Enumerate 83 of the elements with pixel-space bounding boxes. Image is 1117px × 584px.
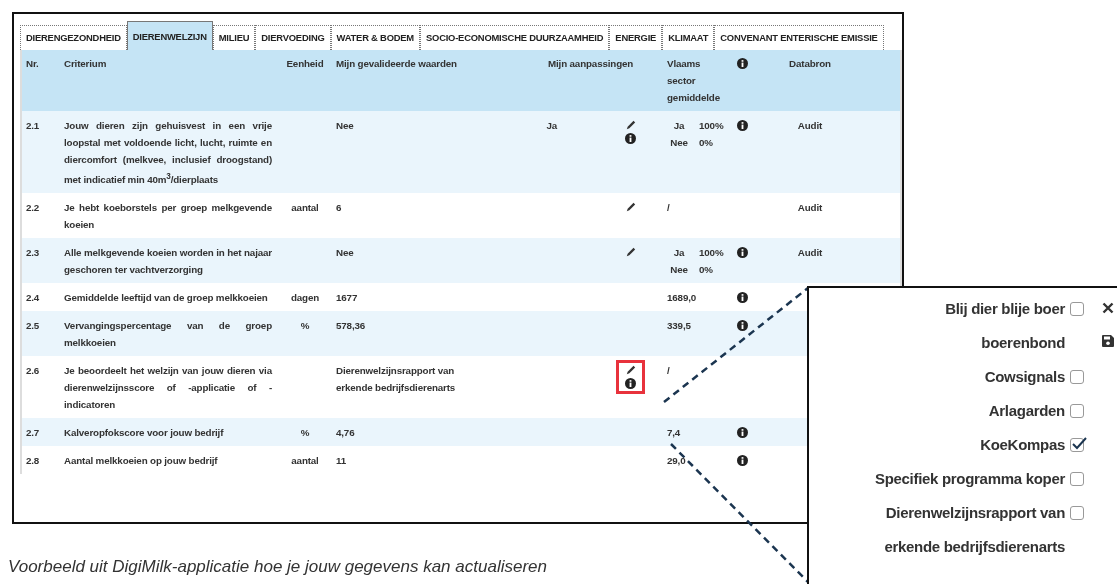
- row-number: 2.2: [26, 202, 40, 214]
- checkbox[interactable]: [1070, 404, 1084, 418]
- column-header: Databron: [789, 58, 831, 69]
- sector-value: 1689,0: [667, 291, 697, 306]
- info-icon[interactable]: [625, 133, 636, 144]
- validated-value: 6: [336, 201, 343, 216]
- criterion-text: Jouw dieren zijn gehuisvest in een vrije loopstal met voldoende licht, lucht, ruimte en diercomfort (melkvee, inclusief droogstand) met indicatief min 40m$^{3}$/dierplaats: [64, 119, 272, 188]
- row-number: 2.4: [26, 292, 40, 304]
- column-header: Mijn aanpassingen: [548, 58, 634, 69]
- sector-value: /: [667, 364, 670, 379]
- row-number: 2.3: [26, 247, 40, 259]
- sector-value: /: [667, 201, 670, 216]
- sector-value: Ja: [672, 246, 686, 261]
- criterion-text: Je hebt koeborstels per groep melkgevende koeien: [64, 201, 272, 233]
- row-number: 2.1: [26, 120, 40, 131]
- checkbox[interactable]: [1070, 302, 1084, 316]
- unit-cell: aantal: [291, 455, 319, 467]
- criterion-text: Aantal melkkoeien op jouw bedrijf: [64, 454, 219, 469]
- info-icon[interactable]: [625, 378, 636, 390]
- sector-value: 339,5: [667, 319, 691, 334]
- row-number: 2.7: [26, 427, 40, 439]
- column-header: Nr.: [26, 58, 39, 69]
- sector-value: 29,0: [667, 454, 686, 469]
- data-source: Audit: [797, 247, 823, 259]
- column-header: Mijn gevalideerde waarden: [336, 58, 457, 69]
- pencil-icon[interactable]: [626, 247, 636, 258]
- unit-cell: aantal: [291, 202, 319, 214]
- adjusted-value: Ja: [546, 120, 557, 131]
- row-number: 2.5: [26, 320, 40, 332]
- validated-value: 578,36: [336, 319, 367, 334]
- validated-value: 1677: [336, 291, 359, 306]
- info-icon[interactable]: [737, 120, 748, 131]
- save-icon[interactable]: [1102, 335, 1114, 347]
- row-number: 2.6: [26, 365, 40, 377]
- caption: Voorbeeld uit DigiMilk-applicatie hoe je jouw gegevens kan actualiseren: [8, 557, 547, 577]
- column-header: Vlaams sector gemiddelde: [667, 57, 721, 105]
- sector-share: 0%: [699, 263, 713, 278]
- validated-value: Nee: [336, 119, 355, 133]
- sector-share: 0%: [699, 136, 713, 150]
- sector-share: 100%: [699, 119, 724, 133]
- info-icon[interactable]: [737, 292, 748, 304]
- unit-cell: %: [300, 320, 310, 332]
- column-header: Eenheid: [286, 58, 324, 69]
- sector-share: 100%: [699, 246, 724, 261]
- info-icon[interactable]: [737, 427, 748, 439]
- row-number: 2.8: [26, 455, 40, 467]
- sector-value: Nee: [669, 263, 689, 278]
- data-source: Audit: [797, 120, 823, 131]
- info-icon[interactable]: [737, 455, 748, 467]
- sector-value: 7,4: [667, 426, 681, 441]
- option-label: Arlagarden: [988, 401, 1065, 421]
- column-header: Criterium: [64, 58, 107, 69]
- checkbox[interactable]: [1070, 506, 1084, 520]
- criterion-text: Alle melkgevende koeien worden in het najaar geschoren ter vachtverzorging: [64, 246, 272, 278]
- validated-value: 11: [336, 454, 348, 469]
- validated-value: Nee: [336, 246, 355, 261]
- criterion-text: Je beoordeelt het welzijn van jouw dieren via dierenwelzijnsscore of -applicatie of -indicatoren: [64, 364, 272, 413]
- checkbox[interactable]: [1070, 472, 1084, 486]
- pencil-icon[interactable]: [625, 120, 636, 130]
- pencil-icon[interactable]: [625, 365, 636, 376]
- sector-value: Nee: [669, 136, 689, 150]
- info-icon[interactable]: [737, 58, 748, 69]
- criterion-text: Kalveropfokscore voor jouw bedrijf: [64, 426, 225, 441]
- tab[interactable]: DIERENWELZIJN: [126, 21, 213, 50]
- checkbox[interactable]: [1070, 438, 1084, 452]
- checkbox[interactable]: [1070, 370, 1084, 384]
- option-label: Specifiek programma koper: [874, 469, 1065, 489]
- unit-cell: %: [300, 427, 310, 439]
- unit-cell: dagen: [290, 292, 320, 304]
- validated-value: 4,76: [336, 426, 356, 441]
- criterion-text: Vervangingspercentage van de groep melkkoeien: [64, 319, 272, 351]
- pencil-icon[interactable]: [626, 202, 636, 213]
- info-icon[interactable]: [737, 247, 748, 259]
- validated-value: Dierenwelzijnsrapport van erkende bedrijfsdierenarts: [336, 364, 457, 396]
- close-icon[interactable]: [1102, 302, 1114, 314]
- option-label: Blij dier blije boer boerenbond: [945, 299, 1065, 353]
- option-label: Cowsignals: [984, 367, 1065, 387]
- sector-value: Ja: [672, 119, 686, 133]
- data-source: Audit: [797, 202, 823, 214]
- option-label: Dierenwelzijnsrapport van erkende bedrijfsdierenarts: [884, 503, 1065, 557]
- criterion-text: Gemiddelde leeftijd van de groep melkkoeien: [64, 291, 269, 306]
- info-icon[interactable]: [737, 320, 748, 332]
- option-label: KoeKompas: [980, 435, 1065, 455]
